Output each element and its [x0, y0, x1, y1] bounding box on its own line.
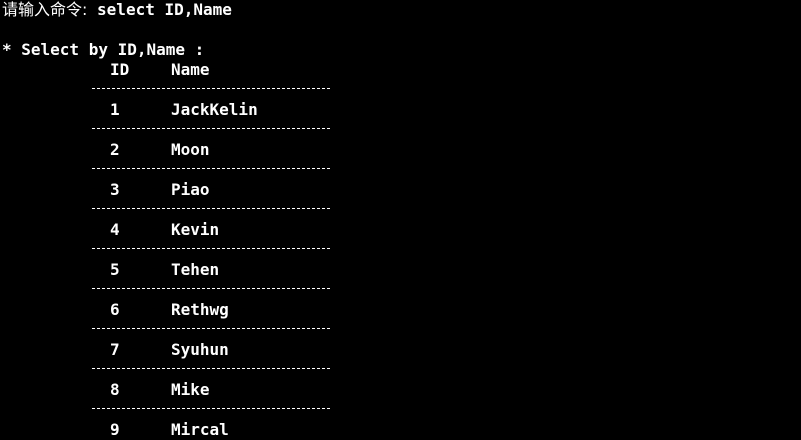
- command-prompt-line: 请输入命令: select ID,Name: [2, 0, 232, 20]
- table-row: 8 Mike: [0, 380, 801, 400]
- table-row: 2 Moon: [0, 140, 801, 160]
- row-separator: [92, 88, 330, 89]
- command-input-text[interactable]: select ID,Name: [87, 0, 232, 19]
- row-separator: [92, 328, 330, 329]
- cell-id: 4: [110, 220, 120, 239]
- row-separator: [92, 128, 330, 129]
- cell-id: 1: [110, 100, 120, 119]
- column-header-id: ID: [110, 60, 130, 79]
- table-row: 3 Piao: [0, 180, 801, 200]
- column-header-name: Name: [171, 60, 210, 79]
- cell-id: 8: [110, 380, 120, 399]
- cell-name: Tehen: [171, 260, 220, 279]
- row-separator: [92, 408, 330, 409]
- cell-name: Kevin: [171, 220, 220, 239]
- row-separator: [92, 288, 330, 289]
- cell-name: Rethwg: [171, 300, 229, 319]
- cell-name: JackKelin: [171, 100, 258, 119]
- cell-id: 9: [110, 420, 120, 439]
- table-row: 7 Syuhun: [0, 340, 801, 360]
- console-window: 请输入命令: select ID,Name * Select by ID,Nam…: [0, 0, 801, 440]
- row-separator: [92, 248, 330, 249]
- table-row: 5 Tehen: [0, 260, 801, 280]
- cell-name: Mircal: [171, 420, 229, 439]
- cell-id: 3: [110, 180, 120, 199]
- cell-id: 6: [110, 300, 120, 319]
- cell-name: Moon: [171, 140, 210, 159]
- cell-id: 2: [110, 140, 120, 159]
- table-row: 4 Kevin: [0, 220, 801, 240]
- table-row: 1 JackKelin: [0, 100, 801, 120]
- row-separator: [92, 168, 330, 169]
- cell-name: Piao: [171, 180, 210, 199]
- table-row: 6 Rethwg: [0, 300, 801, 320]
- row-separator: [92, 208, 330, 209]
- result-title: * Select by ID,Name :: [2, 40, 205, 59]
- prompt-label: 请输入命令:: [2, 0, 88, 19]
- table-header-row: ID Name: [0, 60, 801, 80]
- cell-name: Syuhun: [171, 340, 229, 359]
- row-separator: [92, 368, 330, 369]
- cell-id: 7: [110, 340, 120, 359]
- cell-id: 5: [110, 260, 120, 279]
- table-row: 9 Mircal: [0, 420, 801, 440]
- cell-name: Mike: [171, 380, 210, 399]
